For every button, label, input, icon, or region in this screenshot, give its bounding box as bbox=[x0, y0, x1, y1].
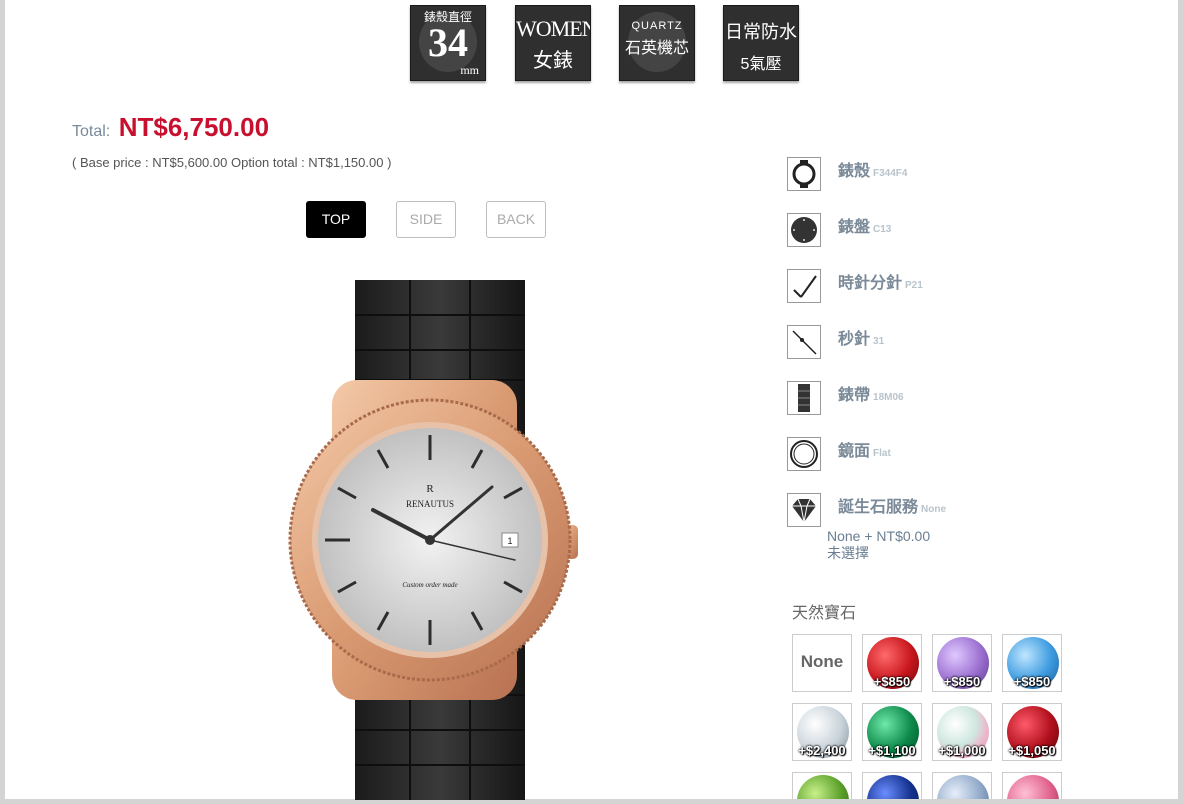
case-size-value: 34 bbox=[428, 20, 468, 65]
gender-label-en: WOMEN bbox=[516, 16, 591, 41]
gem-option-amethyst[interactable]: +$850 bbox=[932, 634, 992, 692]
option-second-hand[interactable]: 秒針 31 bbox=[787, 325, 1087, 361]
total-label: Total: bbox=[72, 123, 111, 140]
birthstone-selection: None + NT$0.00 未選擇 bbox=[827, 528, 930, 562]
gem-option-emerald[interactable]: +$1,100 bbox=[862, 703, 922, 761]
gem-price: +$1,050 bbox=[1008, 743, 1056, 758]
gem-price: +$850 bbox=[1013, 674, 1051, 689]
case-size-badge: 錶殼直徑 34 mm bbox=[410, 5, 486, 81]
peridot-gem-icon bbox=[797, 775, 849, 799]
total-price: Total: NT$6,750.00 bbox=[72, 112, 269, 143]
movement-label-zh: 石英機芯 bbox=[624, 40, 689, 57]
water-resistance-badge: 日常防水 5氣壓 bbox=[723, 5, 799, 81]
pink-tourmaline-gem-icon bbox=[1007, 775, 1059, 799]
svg-text:R: R bbox=[426, 483, 434, 495]
watch-tagline: Custom order made bbox=[402, 581, 457, 589]
dial-icon bbox=[787, 213, 821, 247]
option-case[interactable]: 錶殼 F344F4 bbox=[787, 157, 1087, 193]
natural-gems-title: 天然寶石 bbox=[792, 605, 857, 622]
glass-icon bbox=[787, 437, 821, 471]
option-label: 錶殼 F344F4 bbox=[838, 161, 908, 180]
strap-icon bbox=[787, 381, 821, 415]
diamond-icon bbox=[787, 493, 821, 527]
option-label: 誕生石服務 None bbox=[838, 497, 947, 516]
watch-preview-image: 1 R RENAUTUS Custom order made bbox=[288, 280, 578, 800]
sapphire-gem-icon bbox=[867, 775, 919, 799]
gem-option-none[interactable]: None bbox=[792, 634, 852, 692]
gem-price: +$850 bbox=[943, 674, 981, 689]
gem-option-garnet[interactable]: +$1,050 bbox=[1002, 703, 1062, 761]
birthstone-selection-price: None + NT$0.00 bbox=[827, 528, 931, 544]
view-tab-side[interactable]: SIDE bbox=[396, 201, 456, 238]
gem-option-aquamarine[interactable] bbox=[932, 772, 992, 799]
option-label: 錶帶 18M06 bbox=[838, 385, 904, 404]
option-code: C13 bbox=[873, 224, 892, 235]
price-breakdown: ( Base price : NT$5,600.00 Option total … bbox=[72, 155, 392, 170]
gem-option-ruby[interactable]: +$850 bbox=[862, 634, 922, 692]
gem-option-opal[interactable]: +$1,000 bbox=[932, 703, 992, 761]
option-code: 18M06 bbox=[873, 392, 904, 403]
option-code: P21 bbox=[905, 280, 923, 291]
option-label: 鏡面 Flat bbox=[838, 441, 891, 460]
water-label: 日常防水 bbox=[725, 22, 797, 42]
svg-text:1: 1 bbox=[507, 536, 512, 546]
option-label: 時針分針 P21 bbox=[838, 273, 923, 292]
gender-label-zh: 女錶 bbox=[533, 50, 573, 72]
gem-option-diamond[interactable]: +$2,400 bbox=[792, 703, 852, 761]
gem-option-blue-topaz[interactable]: +$850 bbox=[1002, 634, 1062, 692]
gem-price: +$850 bbox=[873, 674, 911, 689]
second-hand-icon bbox=[787, 325, 821, 359]
option-label: 錶盤 C13 bbox=[838, 217, 892, 236]
option-glass[interactable]: 鏡面 Flat bbox=[787, 437, 1087, 473]
watch-brand: RENAUTUS bbox=[406, 499, 454, 509]
page-frame-left bbox=[0, 0, 5, 804]
hands-icon bbox=[787, 269, 821, 303]
page-frame-right bbox=[1178, 0, 1184, 804]
view-tab-top[interactable]: TOP bbox=[306, 201, 366, 238]
option-birthstone[interactable]: 誕生石服務 None bbox=[787, 493, 1087, 529]
option-label: 秒針 31 bbox=[838, 329, 885, 348]
total-value: NT$6,750.00 bbox=[118, 112, 270, 142]
option-hands[interactable]: 時針分針 P21 bbox=[787, 269, 1087, 305]
gem-price: +$2,400 bbox=[798, 743, 846, 758]
gem-price: +$1,000 bbox=[938, 743, 986, 758]
aquamarine-gem-icon bbox=[937, 775, 989, 799]
gem-none-label: None bbox=[800, 652, 844, 671]
option-dial[interactable]: 錶盤 C13 bbox=[787, 213, 1087, 249]
gem-option-sapphire[interactable] bbox=[862, 772, 922, 799]
gender-badge: WOMEN 女錶 bbox=[515, 5, 591, 81]
movement-label-en: QUARTZ bbox=[631, 20, 683, 32]
gem-option-peridot[interactable] bbox=[792, 772, 852, 799]
option-code: F344F4 bbox=[873, 168, 908, 179]
option-code: 31 bbox=[873, 336, 885, 347]
gem-option-pink-tourmaline[interactable] bbox=[1002, 772, 1062, 799]
movement-badge: QUARTZ 石英機芯 bbox=[619, 5, 695, 81]
option-code: Flat bbox=[873, 448, 891, 459]
view-tab-back[interactable]: BACK bbox=[486, 201, 546, 238]
case-icon bbox=[787, 157, 821, 191]
option-code: None bbox=[921, 504, 947, 515]
birthstone-selection-status: 未選擇 bbox=[827, 545, 869, 561]
case-size-unit: mm bbox=[460, 63, 479, 77]
gem-price: +$1,100 bbox=[868, 743, 916, 758]
option-strap[interactable]: 錶帶 18M06 bbox=[787, 381, 1087, 417]
water-rating: 5氣壓 bbox=[740, 56, 782, 73]
